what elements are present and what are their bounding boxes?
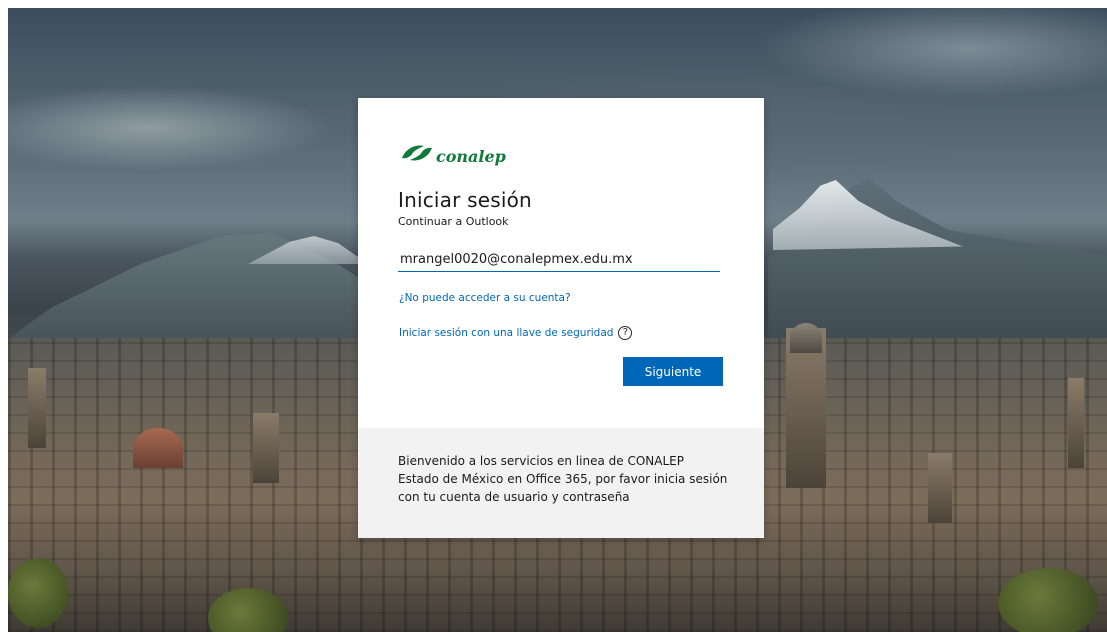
signin-panel: conalep Iniciar sesión Continuar a Outlo…	[358, 98, 764, 428]
cant-access-account-link[interactable]: ¿No puede acceder a su cuenta?	[399, 292, 571, 304]
background-tower	[928, 453, 952, 523]
background-tree	[8, 558, 68, 628]
question-circle-icon[interactable]: ?	[618, 326, 633, 340]
signin-card: conalep Iniciar sesión Continuar a Outlo…	[358, 98, 764, 538]
background-dome	[133, 428, 183, 468]
email-field[interactable]	[398, 248, 720, 272]
welcome-message: Bienvenido a los servicios en linea de C…	[398, 454, 728, 504]
next-button[interactable]: Siguiente	[623, 357, 723, 386]
page-title: Iniciar sesión	[398, 188, 532, 212]
conalep-logo-icon	[402, 145, 432, 161]
security-key-row: Iniciar sesión con una llave de segurida…	[399, 326, 633, 340]
background-tree	[998, 568, 1098, 632]
conalep-logo-text: conalep	[436, 146, 506, 166]
background-dome	[790, 323, 822, 353]
welcome-banner: Bienvenido a los servicios en linea de C…	[358, 428, 764, 538]
conalep-logo: conalep	[400, 138, 506, 168]
background-tower	[1068, 378, 1084, 468]
background-tower	[253, 413, 279, 483]
page-subtitle: Continuar a Outlook	[398, 215, 509, 228]
background-tower	[28, 368, 46, 448]
security-key-signin-link[interactable]: Iniciar sesión con una llave de segurida…	[399, 327, 613, 339]
